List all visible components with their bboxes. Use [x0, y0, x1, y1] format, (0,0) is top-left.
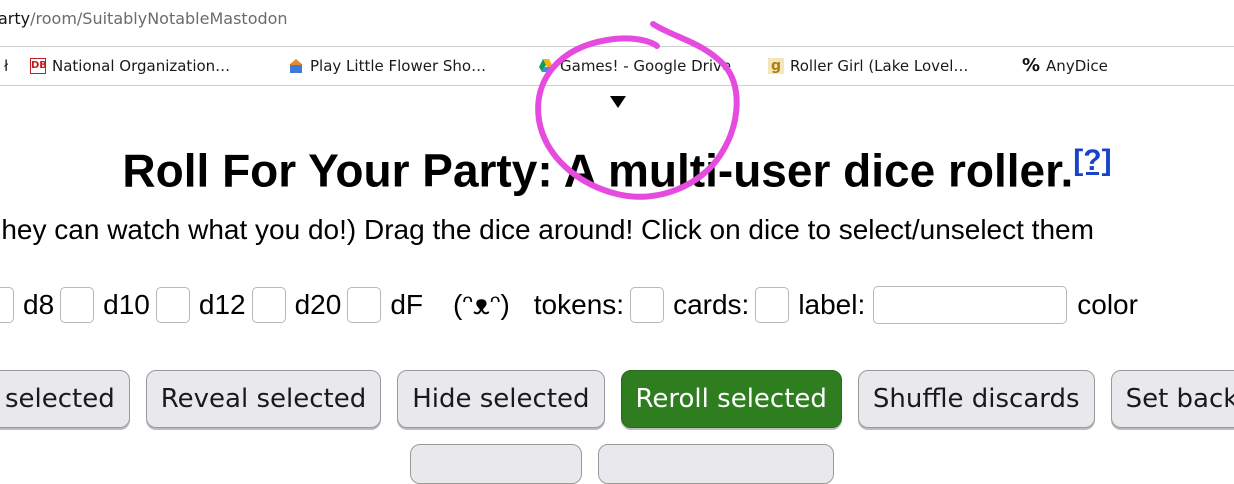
lenny-face: (ᵔᴥᵔ): [453, 289, 510, 320]
google-drive-icon: [539, 59, 553, 72]
d12-label: d12: [198, 289, 246, 320]
bookmark-roller-girl[interactable]: g Roller Girl (Lake Lovel…: [768, 47, 968, 85]
hide-selected-button[interactable]: Hide selected: [397, 370, 605, 428]
bookmarks-bar: ł DB National Organization… Play Little …: [0, 46, 1234, 86]
d20-count-input[interactable]: [347, 287, 382, 323]
action-buttons: selected Reveal selected Hide selected R…: [0, 370, 1234, 430]
db-logo-icon: DB: [30, 58, 47, 74]
bookmark-national-organization[interactable]: DB National Organization…: [30, 47, 230, 85]
dice-count-input[interactable]: [0, 287, 14, 323]
bookmark-little-flower-shop[interactable]: Play Little Flower Sho…: [288, 47, 486, 85]
help-link[interactable]: [?]: [1073, 144, 1111, 177]
url-text: arty/room/SuitablyNotableMastodon: [0, 9, 288, 28]
label-input[interactable]: [873, 286, 1068, 324]
percent-icon: %: [1022, 55, 1041, 76]
d10-label: d10: [103, 289, 150, 320]
page-title: Roll For Your Party: A multi-user dice r…: [122, 144, 1112, 197]
dice-controls: d8 d10 d12 d20 dF (ᵔᴥᵔ) tokens: cards: l…: [0, 285, 1138, 325]
bookmark-label: Roller Girl (Lake Lovel…: [790, 57, 969, 75]
d12-count-input[interactable]: [251, 287, 286, 323]
flower-shop-icon: [289, 59, 303, 73]
bookmark-games-google-drive[interactable]: Games! - Google Drive: [538, 47, 731, 85]
bookmark-label: ł: [4, 57, 9, 75]
reroll-selected-button[interactable]: Reroll selected: [620, 370, 842, 428]
bookmark-anydice[interactable]: % AnyDice: [1022, 47, 1108, 85]
add-button[interactable]: [410, 444, 582, 484]
color-label: color: [1077, 289, 1138, 320]
bookmark-label: Games! - Google Drive: [560, 57, 732, 75]
address-bar[interactable]: arty/room/SuitablyNotableMastodon: [0, 0, 1234, 38]
tokens-label: tokens:: [533, 289, 625, 320]
d8-count-input[interactable]: [60, 287, 95, 323]
reveal-selected-button[interactable]: Reveal selected: [145, 370, 382, 428]
set-background-button[interactable]: Set backg: [1110, 370, 1234, 428]
shuffle-discards-button[interactable]: Shuffle discards: [857, 370, 1095, 428]
d20-label: d20: [294, 289, 342, 320]
df-label: dF: [390, 289, 423, 320]
bookmark-label: National Organization…: [52, 57, 231, 75]
second-button-row: [410, 444, 834, 484]
dropdown-arrow-icon[interactable]: [610, 96, 626, 108]
d8-label: d8: [23, 289, 55, 320]
bookmark-item[interactable]: ł: [4, 47, 8, 85]
cards-label: cards:: [673, 289, 750, 320]
instructions-text: 'hey can watch what you do!) Drag the di…: [0, 214, 1094, 245]
add-button-2[interactable]: [598, 444, 834, 484]
label-label: label:: [798, 289, 866, 320]
cards-input[interactable]: [755, 287, 790, 323]
selected-button[interactable]: selected: [0, 370, 130, 428]
bookmark-label: AnyDice: [1046, 57, 1108, 75]
bookmark-label: Play Little Flower Sho…: [310, 57, 487, 75]
d10-count-input[interactable]: [155, 287, 190, 323]
tokens-input[interactable]: [630, 287, 665, 323]
goodreads-icon: g: [768, 58, 784, 74]
